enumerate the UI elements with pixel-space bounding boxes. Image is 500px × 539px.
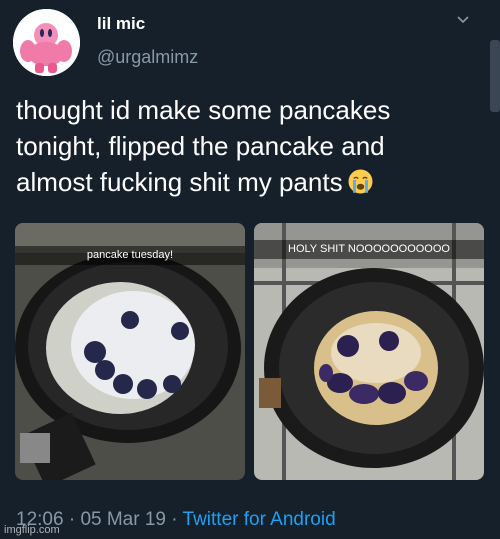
- scrollbar[interactable]: [490, 40, 500, 112]
- tweet-source-link[interactable]: Twitter for Android: [183, 509, 336, 530]
- photo-caption: HOLY SHIT NOOOOOOOOOOO: [254, 240, 484, 259]
- photo-caption: pancake tuesday!: [15, 246, 245, 265]
- chevron-down-icon[interactable]: [455, 12, 471, 28]
- loudly-crying-face-emoji: [348, 169, 373, 194]
- tweet-text: thought id make some pancakes tonight, f…: [16, 92, 486, 200]
- tweet-line: almost fucking shit my pants: [16, 164, 486, 200]
- tweet-meta: 12:06 · 05 Mar 19 · Twitter for Android: [16, 509, 336, 531]
- pancake-after-image: [254, 223, 484, 480]
- avatar[interactable]: [13, 9, 80, 76]
- tweet-date[interactable]: 05 Mar 19: [80, 509, 166, 530]
- author-handle[interactable]: @urgalmimz: [97, 47, 198, 68]
- pancake-photo-before[interactable]: pancake tuesday!: [15, 223, 245, 480]
- pancake-photo-after[interactable]: HOLY SHIT NOOOOOOOOOOO: [254, 223, 484, 480]
- tweet-line: tonight, flipped the pancake and: [16, 131, 385, 161]
- separator: ·: [171, 509, 178, 530]
- tweet-line-text: almost fucking shit my pants: [16, 167, 343, 197]
- imgflip-watermark: imgflip.com: [4, 524, 60, 536]
- author-name[interactable]: lil mic: [97, 14, 145, 34]
- separator: ·: [68, 509, 76, 530]
- kirby-avatar-image: [13, 9, 80, 76]
- tweet-line: thought id make some pancakes: [16, 95, 391, 125]
